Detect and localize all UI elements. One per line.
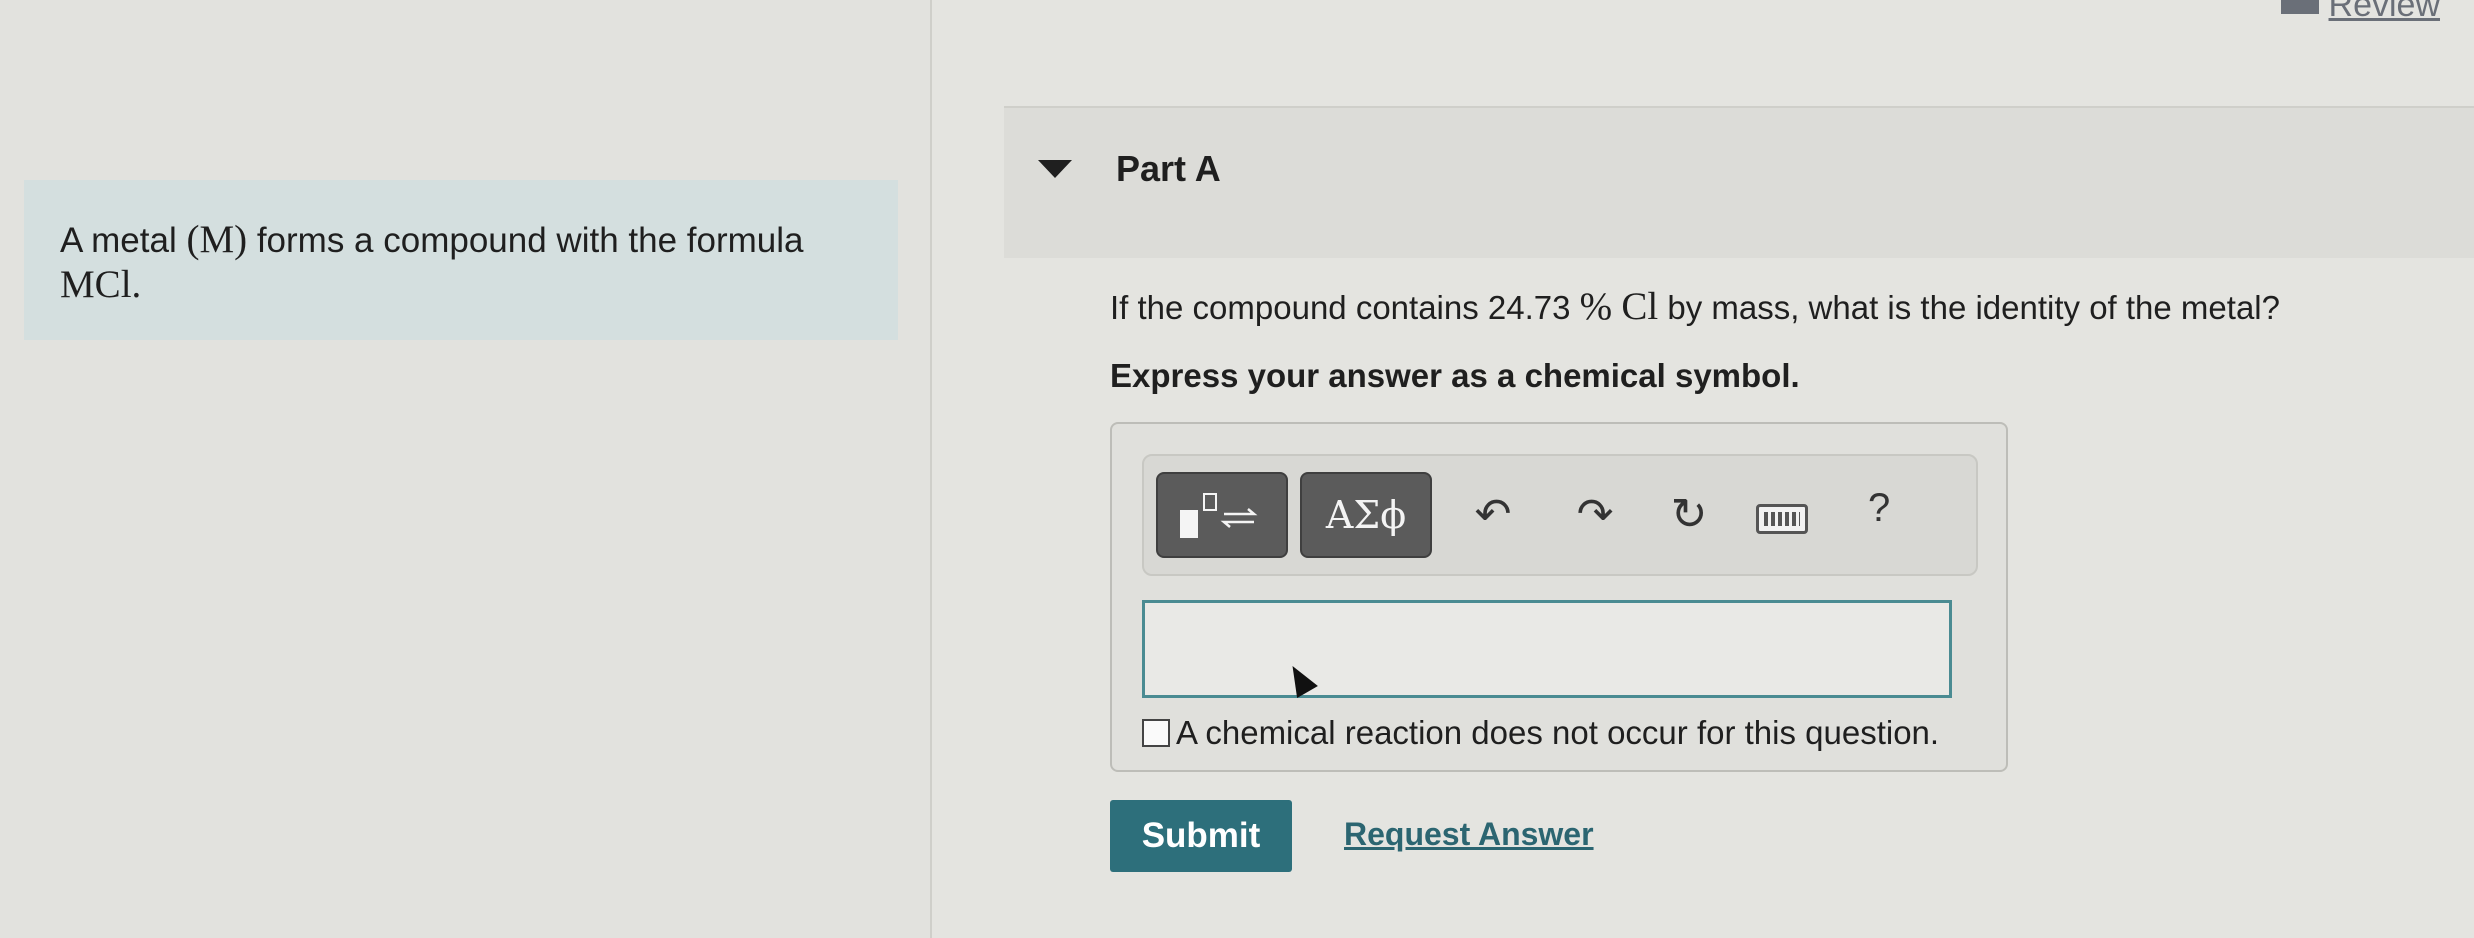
question-after: by mass, what is the identity of the met… xyxy=(1658,289,2280,326)
math-toolbar: ΑΣϕ ↶ ↷ ↻ ? xyxy=(1142,454,1978,576)
templates-button[interactable] xyxy=(1156,472,1288,558)
review-link[interactable]: Review xyxy=(2280,0,2440,25)
problem-text-after: forms a compound with the formula xyxy=(247,221,804,260)
answer-instruction: Express your answer as a chemical symbol… xyxy=(1110,357,1800,394)
no-reaction-option[interactable]: A chemical reaction does not occur for t… xyxy=(1142,714,1939,752)
review-icon xyxy=(2280,0,2319,14)
redo-icon[interactable]: ↷ xyxy=(1568,486,1622,544)
compound-formula: MCl. xyxy=(60,263,142,306)
no-reaction-checkbox[interactable] xyxy=(1142,719,1170,747)
percent-symbol: % xyxy=(1579,285,1613,328)
collapse-triangle-icon[interactable] xyxy=(1038,160,1072,178)
metal-symbol: (M) xyxy=(186,218,248,261)
symbols-button[interactable]: ΑΣϕ xyxy=(1300,472,1432,558)
reset-icon[interactable]: ↻ xyxy=(1662,486,1716,544)
question-before: If the compound contains 24.73 xyxy=(1110,289,1580,326)
part-title: Part A xyxy=(1116,148,1221,189)
keyboard-icon[interactable] xyxy=(1756,504,1808,534)
request-answer-link[interactable]: Request Answer xyxy=(1344,816,1594,853)
answer-panel: ΑΣϕ ↶ ↷ ↻ ? A chemical reaction does not… xyxy=(1110,422,2008,772)
answer-input[interactable] xyxy=(1142,600,1952,698)
problem-statement: A metal (M) forms a compound with the fo… xyxy=(24,180,898,340)
review-label: Review xyxy=(2328,0,2440,24)
problem-text-before: A metal xyxy=(60,221,187,260)
element-symbol: Cl xyxy=(1621,285,1659,328)
left-pane: A metal (M) forms a compound with the fo… xyxy=(0,0,930,938)
question-text: If the compound contains 24.73 % Cl by m… xyxy=(1110,284,2280,329)
undo-icon[interactable]: ↶ xyxy=(1466,486,1520,544)
no-reaction-label: A chemical reaction does not occur for t… xyxy=(1176,714,1940,751)
templates-icon xyxy=(1180,493,1258,538)
help-icon[interactable]: ? xyxy=(1868,486,1890,531)
submit-button[interactable]: Submit xyxy=(1110,800,1292,872)
part-a-header[interactable]: Part A xyxy=(1004,106,2474,258)
